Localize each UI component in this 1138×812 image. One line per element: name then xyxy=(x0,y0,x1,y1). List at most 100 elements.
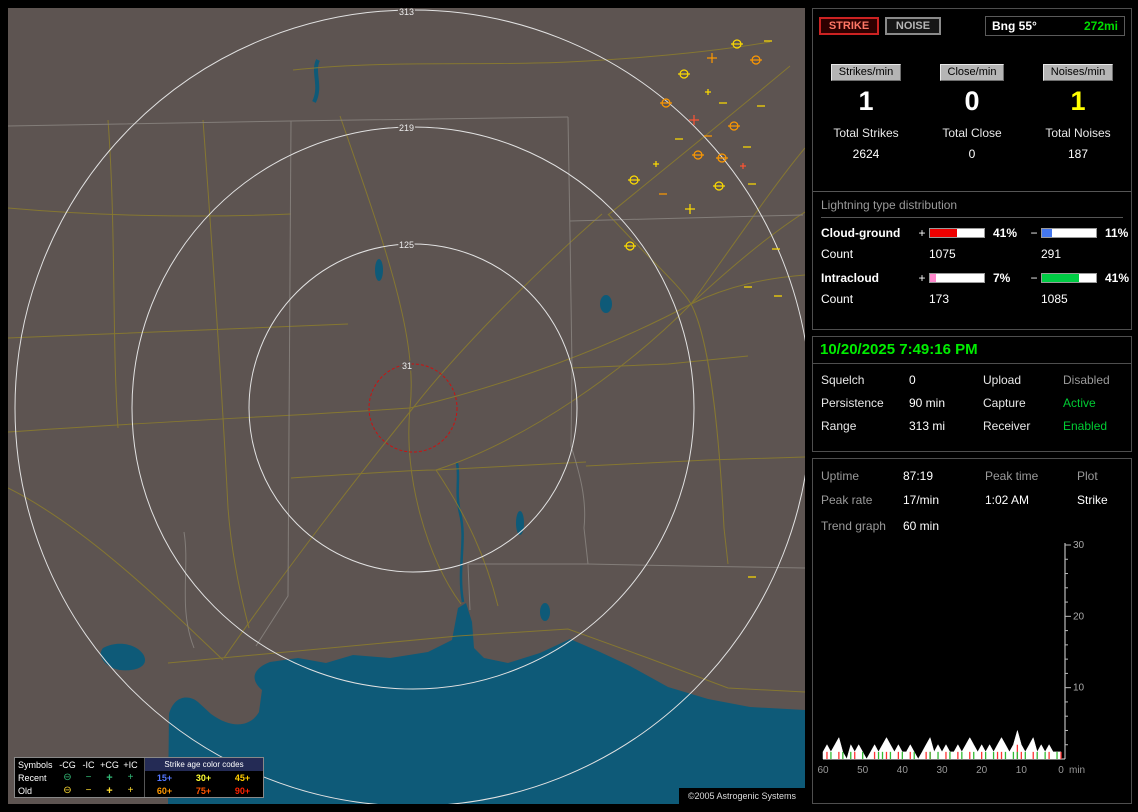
cg-pos-bar xyxy=(929,228,985,238)
svg-text:50: 50 xyxy=(857,765,869,776)
cg-neg-percent: 11% xyxy=(1105,226,1129,240)
close-per-min-button[interactable]: Close/min xyxy=(939,64,1005,81)
noises-per-min-button[interactable]: Noises/min xyxy=(1042,64,1114,81)
svg-text:20: 20 xyxy=(1073,611,1085,622)
total-strikes-value: 2624 xyxy=(852,147,880,161)
peak-time-label: Peak time xyxy=(985,469,1039,483)
close-counter: Close/min 0 Total Close 0 xyxy=(919,62,1025,161)
side-panel: STRIKE NOISE Bng 55° 272mi Strikes/min 1… xyxy=(812,8,1132,804)
trend-graph-label: Trend graph xyxy=(821,519,886,533)
legend-col-cg-pos: +CG xyxy=(100,759,119,770)
peak-rate-value: 17/min xyxy=(903,493,940,507)
noise-indicator-button[interactable]: NOISE xyxy=(885,17,941,35)
squelch-value: 0 xyxy=(909,373,916,387)
ring-distance-label: 313 xyxy=(399,8,414,17)
total-strikes-label: Total Strikes xyxy=(833,126,899,140)
ic-neg-percent: 41% xyxy=(1105,271,1130,285)
cg-pos-symbol-icon: + xyxy=(106,771,113,784)
upload-label: Upload xyxy=(983,373,1022,387)
capture-label: Capture xyxy=(983,396,1026,410)
ring-distance-label: 219 xyxy=(399,123,414,133)
strikes-counter: Strikes/min 1 Total Strikes 2624 xyxy=(813,62,919,161)
plus-sign: + xyxy=(918,226,926,240)
svg-text:min: min xyxy=(1069,765,1085,776)
ic-pos-count: 173 xyxy=(929,292,950,306)
minus-sign: − xyxy=(1030,226,1038,240)
map-area[interactable]: 313 219 125 31 Symbols -CG -IC +CG +IC Rece… xyxy=(8,8,805,804)
map-legend: Symbols -CG -IC +CG +IC Recent ⊖ − + + O… xyxy=(14,757,264,798)
persistence-value: 90 min xyxy=(909,396,946,410)
cg-pos-percent: 41% xyxy=(993,226,1018,240)
copyright-text: ©2005 Astrogenic Systems xyxy=(678,788,805,804)
upload-status: Disabled xyxy=(1063,373,1110,387)
peak-time-value: 1:02 AM xyxy=(985,493,1030,507)
svg-text:20: 20 xyxy=(976,765,988,776)
intracloud-label: Intracloud xyxy=(821,271,880,285)
cg-neg-count: 291 xyxy=(1041,247,1062,261)
plus-sign: + xyxy=(918,271,926,285)
ring-distance-label: 31 xyxy=(402,361,412,371)
count-label: Count xyxy=(821,292,854,306)
cg-pos-symbol-icon: + xyxy=(106,784,113,797)
peak-rate-label: Peak rate xyxy=(821,493,873,507)
strikes-rate-value: 1 xyxy=(858,86,874,116)
persistence-label: Persistence xyxy=(821,396,884,410)
lightning-distribution: Lightning type distribution Cloud-ground… xyxy=(813,192,1131,306)
range-value: 313 mi xyxy=(909,419,946,433)
total-close-label: Total Close xyxy=(942,126,1002,140)
capture-status: Active xyxy=(1063,396,1096,410)
cloud-ground-label: Cloud-ground xyxy=(821,226,901,240)
legend-col-ic-neg: -IC xyxy=(82,759,95,770)
trend-panel: Uptime 87:19 Peak time Plot Peak rate 17… xyxy=(812,458,1132,804)
bearing-value: Bng 55° xyxy=(992,19,1037,33)
receiver-status: Enabled xyxy=(1063,419,1108,433)
cg-pos-count: 1075 xyxy=(929,247,956,261)
ic-neg-symbol-icon: − xyxy=(85,771,92,783)
uptime-label: Uptime xyxy=(821,469,860,483)
lightning-map[interactable]: 313 219 125 31 xyxy=(8,8,805,804)
legend-symbols-header: Symbols xyxy=(18,759,53,770)
squelch-label: Squelch xyxy=(821,373,865,387)
count-label: Count xyxy=(821,247,854,261)
ic-pos-percent: 7% xyxy=(993,271,1011,285)
noises-counter: Noises/min 1 Total Noises 187 xyxy=(1025,62,1131,161)
cg-neg-symbol-icon: ⊖ xyxy=(63,784,72,796)
svg-text:60: 60 xyxy=(817,765,829,776)
total-noises-label: Total Noises xyxy=(1045,126,1111,140)
svg-text:30: 30 xyxy=(1073,541,1085,551)
plot-label: Plot xyxy=(1077,469,1098,483)
svg-text:0: 0 xyxy=(1058,765,1064,776)
age-row-recent: 15+ 30+ 45+ xyxy=(156,772,251,783)
trend-graph: 10 20 30 60 50 40 30 20 10 0 min xyxy=(817,541,1085,776)
cg-neg-symbol-icon: ⊖ xyxy=(63,771,72,783)
status-panel: 10/20/2025 7:49:16 PM Squelch 0 Upload D… xyxy=(812,336,1132,452)
strike-age-header: Strike age color codes xyxy=(145,758,263,771)
strikes-per-min-button[interactable]: Strikes/min xyxy=(830,64,902,81)
ic-pos-bar xyxy=(929,273,985,283)
age-row-old: 60+ 75+ 90+ xyxy=(156,785,251,796)
minus-sign: − xyxy=(1030,271,1038,285)
distance-value: 272mi xyxy=(1083,19,1118,33)
legend-col-cg-neg: -CG xyxy=(59,759,76,770)
total-noises-value: 187 xyxy=(1067,147,1089,161)
legend-col-ic-pos: +IC xyxy=(123,759,138,770)
trend-window-value: 60 min xyxy=(903,519,940,533)
lightning-detector-app: 313 219 125 31 Symbols -CG -IC +CG +IC Rece… xyxy=(0,0,1138,812)
strike-indicator-button[interactable]: STRIKE xyxy=(819,17,879,35)
total-close-value: 0 xyxy=(968,147,976,161)
ring-distance-label: 125 xyxy=(399,240,414,250)
noises-rate-value: 1 xyxy=(1070,86,1086,116)
ic-pos-symbol-icon: + xyxy=(127,784,134,796)
bearing-distance-box: Bng 55° 272mi xyxy=(985,16,1125,36)
ic-pos-symbol-icon: + xyxy=(127,771,134,783)
legend-recent-label: Recent xyxy=(18,772,47,783)
svg-text:40: 40 xyxy=(897,765,909,776)
ic-neg-bar xyxy=(1041,273,1097,283)
svg-text:10: 10 xyxy=(1073,683,1085,694)
receiver-label: Receiver xyxy=(983,419,1031,433)
datetime-display: 10/20/2025 7:49:16 PM xyxy=(813,337,1131,364)
legend-old-label: Old xyxy=(18,785,33,796)
distribution-title: Lightning type distribution xyxy=(821,198,1123,218)
svg-text:30: 30 xyxy=(936,765,948,776)
cg-neg-bar xyxy=(1041,228,1097,238)
